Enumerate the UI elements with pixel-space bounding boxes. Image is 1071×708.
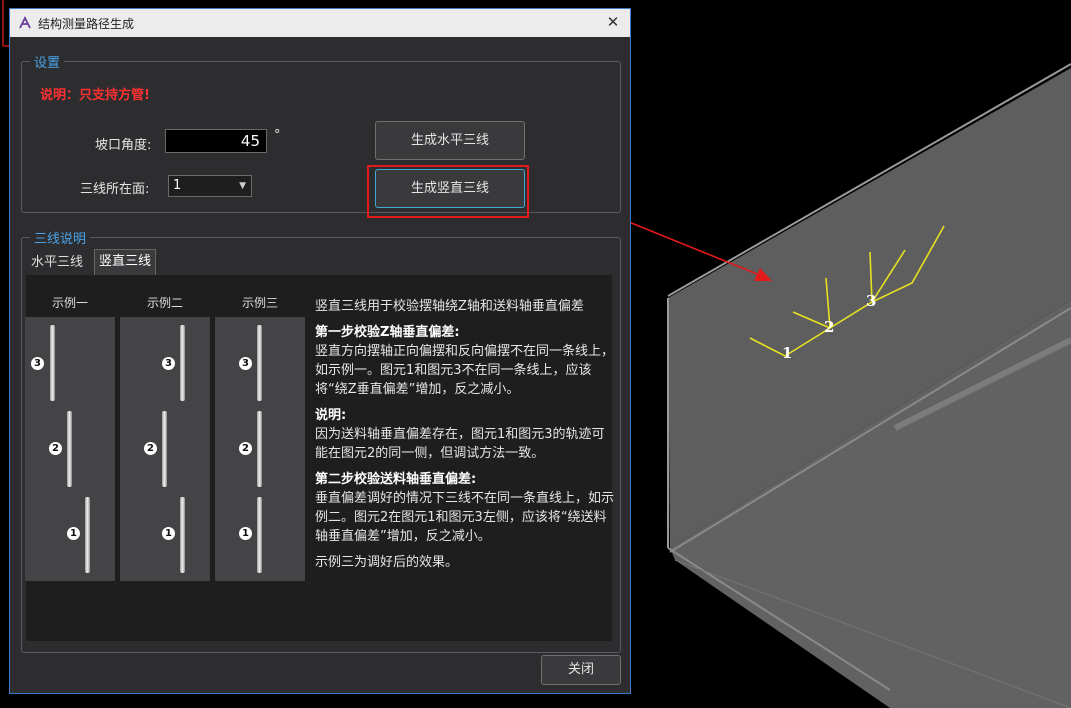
example-3: 3 2 1	[215, 317, 305, 581]
marker-1: 1	[239, 527, 252, 540]
tab-vertical[interactable]: 竖直三线	[94, 249, 157, 275]
rod-1	[85, 497, 90, 573]
marker-2: 2	[239, 442, 252, 455]
explanation-text: 竖直三线用于校验摆轴绕Z轴和送料轴垂直偏差 第一步校验Z轴垂直偏差: 竖直方向摆…	[315, 297, 615, 572]
note-title: 说明:	[315, 408, 347, 423]
app-icon	[19, 16, 31, 29]
path-generation-dialog: 结构测量路径生成 ✕ 设置 说明：只支持方管! 坡口角度: ° 三线所在面: 1…	[9, 8, 631, 694]
dialog-titlebar[interactable]: 结构测量路径生成 ✕	[10, 9, 630, 37]
marker-1: 1	[162, 527, 175, 540]
example-title: 示例三	[241, 296, 278, 310]
rod-2	[67, 411, 72, 487]
rod-2	[257, 411, 262, 487]
support-notice: 说明：只支持方管!	[40, 88, 150, 103]
marker-2: 2	[49, 442, 62, 455]
path-label-3: 3	[866, 292, 876, 310]
step1-title: 第一步校验Z轴垂直偏差:	[315, 325, 460, 340]
rod-3	[180, 325, 185, 401]
explain-group-title: 三线说明	[30, 228, 91, 247]
highlight-box	[367, 165, 529, 218]
marker-3: 3	[31, 357, 44, 370]
angle-label: 坡口角度:	[95, 138, 152, 153]
example-title: 示例一	[51, 296, 88, 310]
example-title: 示例二	[146, 296, 183, 310]
rod-3	[257, 325, 262, 401]
step2-title: 第二步校验送料轴垂直偏差:	[315, 472, 477, 487]
final-text: 示例三为调好后的效果。	[315, 555, 459, 570]
note-text: 因为送料轴垂直偏差存在，图元1和图元3的轨迹可能在图元2的同一侧，但调试方法一致…	[315, 427, 605, 461]
step2-text: 垂直偏差调好的情况下三线不在同一条直线上，如示例二。图元2在图元1和图元3左侧，…	[315, 491, 615, 544]
bevel-angle-input[interactable]	[165, 129, 267, 153]
rod-1	[180, 497, 185, 573]
example-1: 3 2 1	[25, 317, 115, 581]
face-label: 三线所在面:	[80, 182, 150, 197]
rod-2	[162, 411, 167, 487]
intro-text: 竖直三线用于校验摆轴绕Z轴和送料轴垂直偏差	[315, 299, 584, 314]
rod-3	[50, 325, 55, 401]
face-select-value: 1	[173, 178, 182, 193]
chevron-down-icon: ▼	[239, 181, 246, 191]
step1-text: 竖直方向摆轴正向偏摆和反向偏摆不在同一条线上，如示例一。图元1和图元3不在同一条…	[315, 344, 615, 397]
face-select[interactable]: 1 ▼	[168, 175, 252, 197]
path-label-2: 2	[824, 318, 834, 336]
example-2: 3 2 1	[120, 317, 210, 581]
marker-2: 2	[144, 442, 157, 455]
marker-3: 3	[162, 357, 175, 370]
dialog-title: 结构测量路径生成	[38, 16, 135, 31]
close-button[interactable]: 关闭	[541, 655, 621, 685]
tab-horizontal[interactable]: 水平三线	[27, 251, 87, 275]
settings-group: 设置 说明：只支持方管! 坡口角度: ° 三线所在面: 1 ▼ 生成水平三线 生…	[21, 52, 621, 213]
close-icon[interactable]: ✕	[604, 13, 622, 31]
path-label-1: 1	[782, 344, 792, 362]
marker-1: 1	[67, 527, 80, 540]
rod-1	[257, 497, 262, 573]
settings-group-title: 设置	[30, 52, 65, 71]
marker-3: 3	[239, 357, 252, 370]
angle-unit: °	[274, 128, 281, 143]
generate-horizontal-button[interactable]: 生成水平三线	[375, 121, 525, 160]
